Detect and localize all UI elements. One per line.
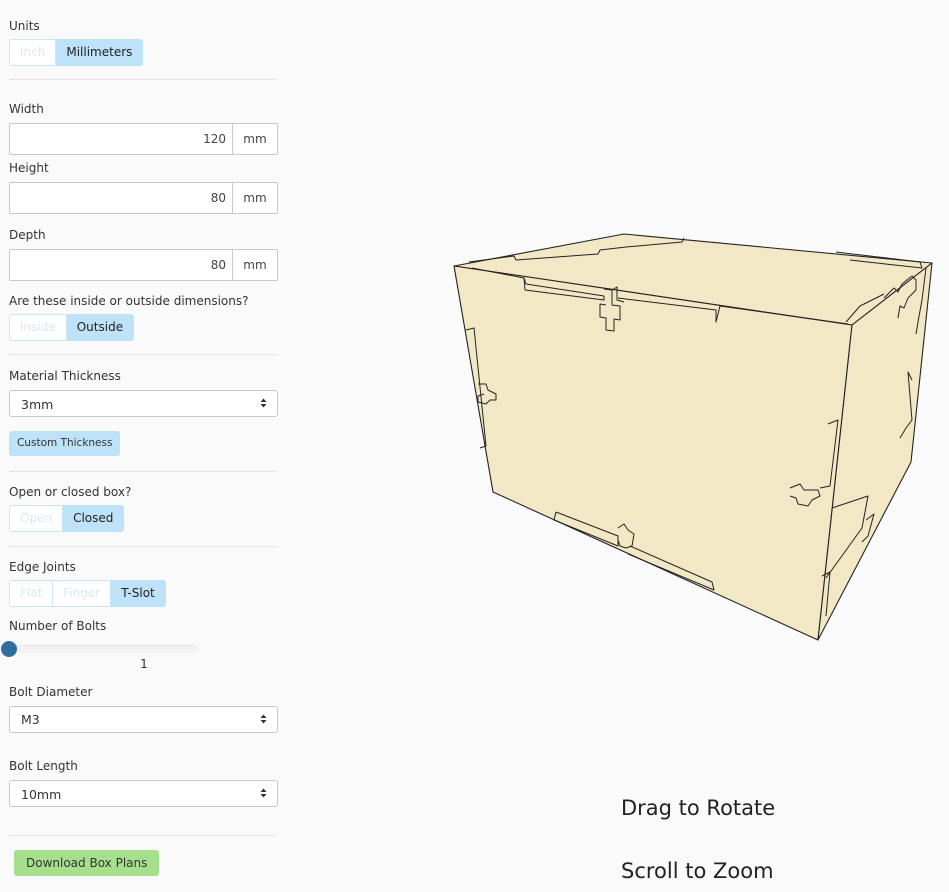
box-3d-preview[interactable] [0, 0, 949, 892]
drag-to-rotate-hint: Drag to Rotate [621, 796, 776, 820]
scroll-to-zoom-hint: Scroll to Zoom [621, 859, 774, 883]
box-front-panel [453, 265, 853, 641]
